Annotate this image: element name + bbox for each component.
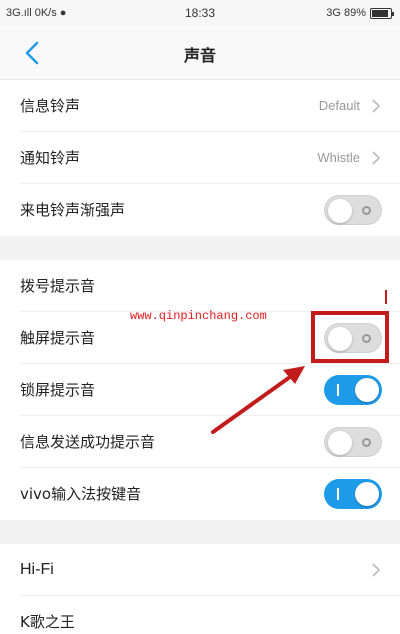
row-label: vivo输入法按键音 <box>20 485 142 503</box>
status-bar: 3G.ıll 0K/s ● 18:33 3G 89% <box>0 0 400 26</box>
setting-row-notification-ringtone[interactable]: 通知铃声 Whistle <box>0 132 400 184</box>
chevron-right-icon <box>372 563 381 577</box>
row-label: 信息发送成功提示音 <box>20 433 156 451</box>
row-label: 锁屏提示音 <box>20 381 96 399</box>
section-gap <box>0 236 400 260</box>
chevron-right-icon <box>372 151 381 165</box>
setting-row-keyboard-sound: vivo输入法按键音 <box>0 468 400 520</box>
setting-row-hifi[interactable]: Hi-Fi <box>0 544 400 596</box>
keyboard-sound-toggle[interactable] <box>324 479 382 509</box>
setting-row-lock-sound: 锁屏提示音 <box>0 364 400 416</box>
section-gap <box>0 520 400 544</box>
setting-row-ringtone-fade-in: 来电铃声渐强声 <box>0 184 400 236</box>
row-label: 来电铃声渐强声 <box>20 201 126 219</box>
row-label: 通知铃声 <box>20 149 81 167</box>
setting-row-karaoke[interactable]: K歌之王 <box>0 596 400 634</box>
row-label: Hi-Fi <box>20 561 54 578</box>
chevron-right-icon <box>372 99 381 113</box>
row-value: Whistle <box>317 150 360 165</box>
row-label: K歌之王 <box>20 613 75 631</box>
row-label: 信息铃声 <box>20 97 81 115</box>
annotation-tick <box>385 290 387 304</box>
annotation-arrow-icon <box>211 366 305 434</box>
ringtone-fade-in-toggle[interactable] <box>324 195 382 225</box>
page-title: 声音 <box>183 46 216 65</box>
battery-icon <box>370 8 394 19</box>
annotation-highlight-box <box>311 311 389 363</box>
header: 声音 <box>0 26 400 80</box>
row-value: Default <box>318 98 360 113</box>
setting-row-message-sent-sound: 信息发送成功提示音 <box>0 416 400 468</box>
battery-status: 3G 89% <box>326 7 366 19</box>
row-label: 触屏提示音 <box>20 329 96 347</box>
watermark-text: www.qinpinchang.com <box>130 309 267 323</box>
setting-row-message-ringtone[interactable]: 信息铃声 Default <box>0 80 400 132</box>
lock-sound-toggle[interactable] <box>324 375 382 405</box>
setting-row-dial-tone[interactable]: 拨号提示音 <box>0 260 400 312</box>
message-sent-sound-toggle[interactable] <box>324 427 382 457</box>
row-label: 拨号提示音 <box>20 277 96 295</box>
